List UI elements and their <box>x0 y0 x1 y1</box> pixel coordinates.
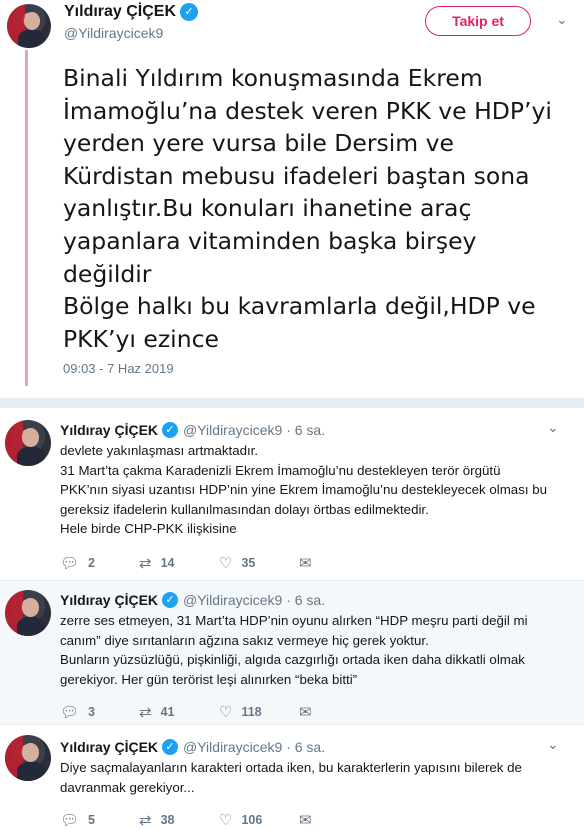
retweet-button[interactable]: ⇄ 41 <box>139 703 219 721</box>
tweet-actions: 💬︎ 3 ⇄ 41 ♡ 118 ✉ <box>60 703 312 721</box>
tweet-text-line: Binali Yıldırım konuşmasında Ekrem <box>63 64 483 92</box>
retweet-icon: ⇄ <box>139 812 152 829</box>
tweet-text-line: Diye saçmalayanların karakteri ortada ik… <box>60 760 522 775</box>
author-name-row[interactable]: Yıldıray ÇİÇEK ✓ @Yildiraycicek9 · 6 sa. <box>60 739 325 755</box>
author-handle[interactable]: @Yildiraycicek9 · 6 sa. <box>183 422 325 438</box>
tweet-text-line: devlete yakınlaşması artmaktadır. <box>60 443 259 458</box>
author-name[interactable]: Yıldıray ÇİÇEK <box>60 422 158 438</box>
reply-tweet[interactable]: Yıldıray ÇİÇEK ✓ @Yildiraycicek9 · 6 sa.… <box>0 725 584 830</box>
reply-icon: 💬︎ <box>60 555 80 572</box>
author-name-row[interactable]: Yıldıray ÇİÇEK ✓ @Yildiraycicek9 · 6 sa. <box>60 422 325 438</box>
direct-message-button[interactable]: ✉ <box>299 554 312 572</box>
chevron-down-icon[interactable]: ⌄ <box>547 420 559 436</box>
reply-button[interactable]: 💬︎ 2 <box>60 554 139 572</box>
retweet-icon: ⇄ <box>139 704 152 721</box>
retweet-count: 38 <box>160 813 175 827</box>
like-count: 118 <box>241 705 262 719</box>
tweet-text: Diye saçmalayanların karakteri ortada ik… <box>60 758 570 797</box>
tweet-text: Binali Yıldırım konuşmasında Ekrem İmamo… <box>63 62 573 355</box>
verified-badge-icon: ✓ <box>180 3 199 21</box>
tweet-text-line: değildir <box>63 259 152 288</box>
reply-tweet[interactable]: Yıldıray ÇİÇEK ✓ @Yildiraycicek9 · 6 sa.… <box>0 581 584 724</box>
separator <box>0 398 584 408</box>
verified-badge-icon: ✓ <box>162 422 179 438</box>
tweet-text-line: yanlıştır.Bu konuları ihanetine araç <box>63 194 472 223</box>
reply-icon: 💬︎ <box>60 812 80 829</box>
thread-line <box>25 50 28 386</box>
author-handle[interactable]: @Yildiraycicek9 <box>64 25 163 41</box>
chevron-down-icon[interactable]: ⌄ <box>547 737 559 753</box>
main-tweet: Yıldıray ÇİÇEK ✓ @Yildiraycicek9 Takip e… <box>0 0 584 398</box>
direct-message-button[interactable]: ✉ <box>299 811 312 829</box>
author-avatar[interactable] <box>7 4 51 48</box>
heart-icon: ♡ <box>219 812 233 829</box>
reply-icon: 💬︎ <box>60 704 80 721</box>
tweet-text: devlete yakınlaşması artmaktadır. 31 Mar… <box>60 441 570 539</box>
like-button[interactable]: ♡ 118 <box>219 703 299 721</box>
chevron-down-icon[interactable]: ⌄ <box>556 12 568 28</box>
direct-message-icon: ✉ <box>299 555 312 572</box>
verified-badge-icon: ✓ <box>162 739 179 755</box>
reply-count: 2 <box>88 556 95 570</box>
tweet-text-line: davranmak gerekiyor... <box>60 779 195 795</box>
author-name[interactable]: Yıldıray ÇİÇEK <box>60 739 158 755</box>
tweet-text-line: yapanlara vitaminden başka birşey <box>63 226 477 255</box>
author-name[interactable]: Yıldıray ÇİÇEK <box>64 3 176 21</box>
follow-button[interactable]: Takip et <box>425 6 531 36</box>
reply-count: 5 <box>88 813 95 827</box>
tweet-actions: 💬︎ 5 ⇄ 38 ♡ 106 ✉ <box>60 811 312 829</box>
reply-button[interactable]: 💬︎ 3 <box>60 703 139 721</box>
direct-message-icon: ✉ <box>299 812 312 829</box>
retweet-button[interactable]: ⇄ 14 <box>139 554 219 572</box>
like-count: 35 <box>241 556 256 570</box>
tweet-text-line: Kürdistan mebusu ifadeleri baştan sona <box>63 161 530 190</box>
tweet-text-line: PKK’nın siyasi uzantısı HDP’nin yine Ekr… <box>60 482 548 498</box>
heart-icon: ♡ <box>219 704 233 721</box>
tweet-text-line: Bunların yüzsüzlüğü, pişkinliği, algıda … <box>60 652 525 668</box>
like-count: 106 <box>241 813 263 827</box>
tweet-text-line: gereksiz ifadelerin kullanılmasından dol… <box>60 501 429 517</box>
tweet-text-line: Hele birde CHP-PKK ilişkisine <box>60 521 237 537</box>
tweet-text-line: 31 Mart’ta çakma Karadenizli Ekrem İmamo… <box>60 462 501 478</box>
retweet-icon: ⇄ <box>139 555 152 572</box>
tweet-text: zerre ses etmeyen, 31 Mart’ta HDP’nin oy… <box>60 611 570 689</box>
tweet-text-line: yerden yere vursa bile Dersim ve <box>63 129 454 158</box>
author-avatar[interactable] <box>5 420 51 466</box>
author-avatar[interactable] <box>5 590 51 636</box>
retweet-count: 41 <box>160 705 175 719</box>
tweet-text-line: gerekiyor. Her gün terörist leşi alınırk… <box>60 671 358 687</box>
author-avatar[interactable] <box>5 735 51 781</box>
reply-button[interactable]: 💬︎ 5 <box>60 811 139 829</box>
like-button[interactable]: ♡ 106 <box>219 811 299 829</box>
heart-icon: ♡ <box>219 555 233 572</box>
tweet-text-line: zerre ses etmeyen, 31 Mart’ta HDP’nin oy… <box>60 613 528 628</box>
tweet-text-line: PKK’yı ezince <box>63 324 219 353</box>
retweet-count: 14 <box>160 556 175 570</box>
tweet-text-line: Bölge halkı bu kavramlarla değil,HDP ve <box>63 292 536 321</box>
direct-message-icon: ✉ <box>299 704 312 721</box>
author-name[interactable]: Yıldıray ÇİÇEK <box>60 592 158 608</box>
tweet-text-line: canım” diye sırıtanların ağzına sakız ve… <box>60 632 429 648</box>
author-name-row[interactable]: Yıldıray ÇİÇEK ✓ @Yildiraycicek9 · 6 sa. <box>60 592 325 608</box>
tweet-text-line: İmamoğlu’na destek veren PKK ve HDP’yi <box>63 96 552 125</box>
direct-message-button[interactable]: ✉ <box>299 703 312 721</box>
author-name-row[interactable]: Yıldıray ÇİÇEK ✓ <box>64 3 199 21</box>
verified-badge-icon: ✓ <box>162 592 179 608</box>
author-handle[interactable]: @Yildiraycicek9 · 6 sa. <box>183 592 325 608</box>
tweet-actions: 💬︎ 2 ⇄ 14 ♡ 35 ✉ <box>60 554 312 572</box>
like-button[interactable]: ♡ 35 <box>219 554 299 572</box>
tweet-timestamp[interactable]: 09:03 - 7 Haz 2019 <box>63 361 174 376</box>
reply-tweet[interactable]: Yıldıray ÇİÇEK ✓ @Yildiraycicek9 · 6 sa.… <box>0 408 584 580</box>
retweet-button[interactable]: ⇄ 38 <box>139 811 219 829</box>
author-handle[interactable]: @Yildiraycicek9 · 6 sa. <box>183 739 325 755</box>
reply-count: 3 <box>88 705 95 719</box>
